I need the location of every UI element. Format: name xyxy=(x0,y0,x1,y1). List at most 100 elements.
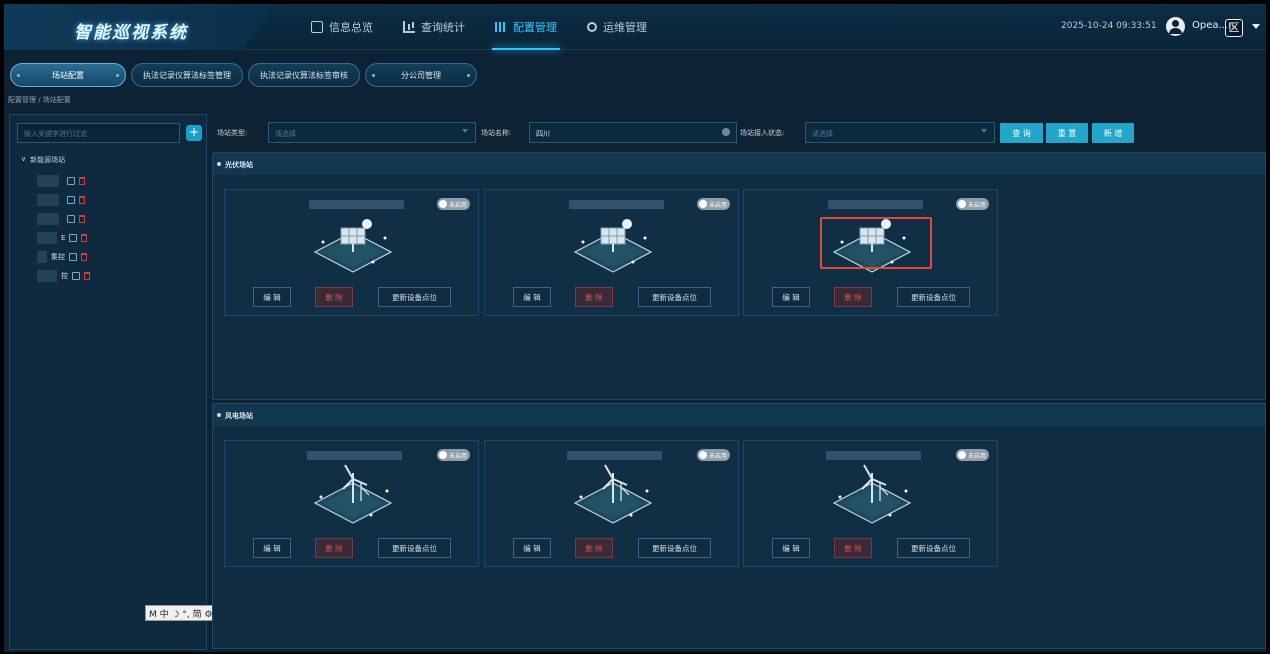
station-name-redacted xyxy=(37,194,59,206)
tree-item[interactable] xyxy=(37,175,85,187)
clear-icon[interactable] xyxy=(722,128,730,136)
nav-item-ops[interactable]: 运维管理 xyxy=(572,4,662,50)
station-name-redacted xyxy=(828,200,923,209)
delete-button[interactable]: 删 除 xyxy=(575,538,613,558)
tree-root[interactable]: ∨ 新能源场站 xyxy=(21,155,65,165)
tree-item[interactable]: 控 xyxy=(37,270,90,282)
tab-station-config[interactable]: 场站配置 xyxy=(10,63,126,87)
tab-dot xyxy=(372,74,375,77)
delete-icon[interactable] xyxy=(79,215,85,223)
edit-icon[interactable] xyxy=(69,253,77,261)
delete-button[interactable]: 删 除 xyxy=(834,538,872,558)
nav-item-config[interactable]: 配置管理 xyxy=(480,4,572,50)
nav-item-overview[interactable]: 信息总览 xyxy=(296,4,388,50)
chevron-down-icon[interactable]: ∨ xyxy=(21,155,26,165)
edit-button[interactable]: 编 辑 xyxy=(513,287,551,307)
status-placeholder: 请选择 xyxy=(812,130,833,138)
status-toggle[interactable]: 未启用 xyxy=(437,198,470,210)
wind-section: 风电场站 未启用编 辑删 除更新设备点位 未启用编 辑删 除更新设备点位 未启用编 … xyxy=(212,403,1266,649)
nav-item-query[interactable]: 查询统计 xyxy=(388,4,480,50)
add-node-button[interactable]: + xyxy=(186,125,202,141)
edit-icon[interactable] xyxy=(67,215,75,223)
status-text: 未启用 xyxy=(968,452,987,460)
solar-section: 光伏场站 未启用编 辑删 除更新设备点位 未启用编 辑删 除更新设备点位 未启用编 … xyxy=(212,152,1266,400)
update-points-button[interactable]: 更新设备点位 xyxy=(638,538,711,558)
status-toggle[interactable]: 未启用 xyxy=(956,449,989,461)
station-name-redacted xyxy=(307,451,402,460)
status-toggle[interactable]: 未启用 xyxy=(697,449,730,461)
update-points-button[interactable]: 更新设备点位 xyxy=(378,538,451,558)
status-text: 未启用 xyxy=(968,201,987,209)
edit-button[interactable]: 编 辑 xyxy=(513,538,551,558)
delete-button[interactable]: 删 除 xyxy=(575,287,613,307)
tree-search-input[interactable]: 输入关键字进行过滤 xyxy=(17,123,180,143)
equalizer-icon xyxy=(495,22,507,32)
edit-icon[interactable] xyxy=(67,196,75,204)
delete-icon[interactable] xyxy=(84,272,90,280)
edit-button[interactable]: 编 辑 xyxy=(772,538,810,558)
edit-button[interactable]: 编 辑 xyxy=(253,538,291,558)
nav-label: 信息总览 xyxy=(329,21,373,34)
wind-turbine-icon xyxy=(563,461,663,531)
type-select[interactable]: 请选择 xyxy=(268,122,476,143)
delete-icon[interactable] xyxy=(79,196,85,204)
station-name-redacted xyxy=(37,270,57,282)
chevron-down-icon xyxy=(981,129,987,133)
tree-item[interactable]: E xyxy=(37,232,88,244)
toggle-knob xyxy=(699,200,707,208)
tree-item-suffix: 控 xyxy=(61,272,68,280)
toggle-knob xyxy=(699,451,707,459)
delete-icon[interactable] xyxy=(81,234,88,242)
status-toggle[interactable]: 未启用 xyxy=(697,198,730,210)
wind-turbine-icon xyxy=(822,461,922,531)
edit-button[interactable]: 编 辑 xyxy=(253,287,291,307)
tree-item[interactable] xyxy=(37,194,85,206)
delete-button[interactable]: 删 除 xyxy=(834,287,872,307)
edit-icon[interactable] xyxy=(72,272,80,280)
delete-button[interactable]: 删 除 xyxy=(315,287,353,307)
filter-bar: 场站类型: 请选择 场站名称: 四川 场站接入状态: 请选择 查 询 重 置 新… xyxy=(211,117,1265,147)
station-card: 未启用编 辑 删 除 更新设备点位 xyxy=(484,189,739,316)
delete-icon[interactable] xyxy=(79,177,85,185)
main-nav: 信息总览 查询统计 配置管理 运维管理 xyxy=(296,4,662,50)
tab-algo-label-review[interactable]: 执法记录仪算法标签审核 xyxy=(248,63,360,87)
chevron-down-icon[interactable] xyxy=(1252,24,1260,29)
status-toggle[interactable]: 未启用 xyxy=(956,198,989,210)
update-points-button[interactable]: 更新设备点位 xyxy=(897,538,970,558)
delete-icon[interactable] xyxy=(81,253,87,261)
top-header: 智能巡视系统 信息总览 查询统计 配置管理 运维管理 2025-10-24 09… xyxy=(4,4,1266,50)
name-input[interactable]: 四川 xyxy=(529,122,737,143)
toggle-knob xyxy=(958,451,966,459)
edit-button[interactable]: 编 辑 xyxy=(772,287,810,307)
update-points-button[interactable]: 更新设备点位 xyxy=(378,287,451,307)
station-card: 未启用编 辑 删 除 更新设备点位 xyxy=(224,189,479,316)
update-points-button[interactable]: 更新设备点位 xyxy=(638,287,711,307)
update-points-button[interactable]: 更新设备点位 xyxy=(897,287,970,307)
tab-dot xyxy=(467,74,470,77)
add-button[interactable]: 新 增 xyxy=(1092,123,1134,143)
edit-icon[interactable] xyxy=(69,234,78,242)
solar-panel-icon xyxy=(563,210,663,280)
station-name-redacted xyxy=(826,451,921,460)
gear-icon xyxy=(587,22,597,32)
tab-algo-label-manage[interactable]: 执法记录仪算法标签管理 xyxy=(131,63,243,87)
reset-button[interactable]: 重 置 xyxy=(1046,123,1088,143)
nav-label: 查询统计 xyxy=(421,21,465,34)
tab-label: 执法记录仪算法标签审核 xyxy=(260,70,348,80)
toggle-knob xyxy=(439,200,447,208)
close-icon[interactable]: 区 xyxy=(1225,19,1243,37)
status-text: 未启用 xyxy=(449,452,468,460)
tab-branch-manage[interactable]: 分公司管理 xyxy=(365,63,477,87)
status-text: 未启用 xyxy=(709,452,728,460)
tree-item-suffix: E xyxy=(61,234,66,242)
tree-item[interactable] xyxy=(37,213,85,225)
search-button[interactable]: 查 询 xyxy=(1000,123,1043,143)
avatar[interactable] xyxy=(1166,17,1185,36)
edit-icon[interactable] xyxy=(67,177,75,185)
status-select[interactable]: 请选择 xyxy=(805,122,995,143)
delete-button[interactable]: 删 除 xyxy=(315,538,353,558)
station-card: 未启用编 辑 删 除 更新设备点位 xyxy=(743,440,998,567)
section-header: 光伏场站 xyxy=(213,153,1265,175)
tree-item[interactable]: 集控 xyxy=(37,251,87,263)
status-toggle[interactable]: 未启用 xyxy=(437,449,470,461)
